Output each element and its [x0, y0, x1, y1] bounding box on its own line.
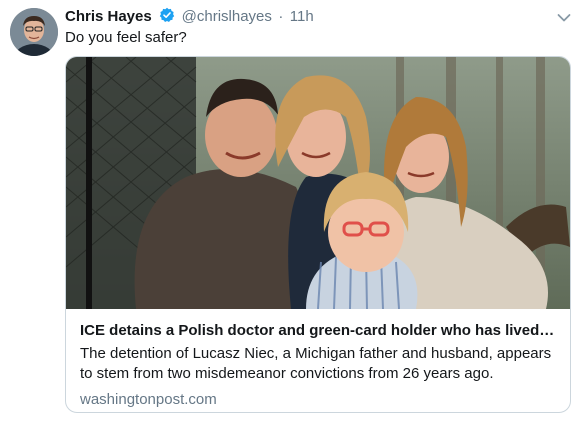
card-body: ICE detains a Polish doctor and green-ca… — [80, 321, 558, 408]
author-handle[interactable]: @chrislhayes — [182, 8, 272, 25]
card-description: The detention of Lucasz Niec, a Michigan… — [80, 345, 552, 382]
card-title[interactable]: ICE detains a Polish doctor and green-ca… — [80, 321, 558, 340]
separator-dot: · — [278, 8, 284, 25]
timestamp[interactable]: 11h — [290, 8, 314, 25]
author-name[interactable]: Chris Hayes — [65, 8, 152, 25]
avatar-image — [10, 8, 58, 56]
verified-badge-icon — [159, 7, 175, 28]
tweet-header: Chris Hayes @chrislhayes · 11h — [65, 7, 563, 29]
tweet-text: Do you feel safer? — [65, 29, 187, 46]
card-domain[interactable]: washingtonpost.com — [80, 391, 558, 408]
card-image — [66, 57, 570, 310]
chevron-down-icon[interactable] — [557, 10, 571, 28]
link-card[interactable]: ICE detains a Polish doctor and green-ca… — [65, 56, 571, 413]
avatar[interactable] — [10, 8, 58, 56]
